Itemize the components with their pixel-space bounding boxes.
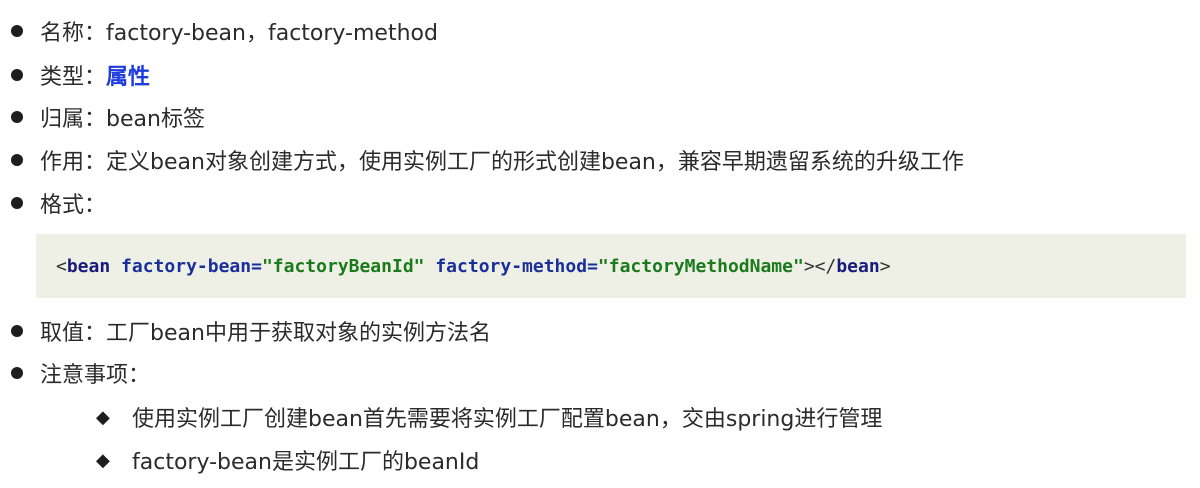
- code-attr-factory-bean: factory-bean: [121, 255, 252, 277]
- bullet-dot-icon: [11, 367, 23, 379]
- code-open-bracket: <: [56, 255, 67, 277]
- bullet-dot-icon: [11, 69, 23, 81]
- diamond-bullet-icon: ◆: [96, 449, 110, 471]
- bullet-value: 定义bean对象创建方式，使用实例工厂的形式创建bean，兼容早期遗留系统的升级…: [106, 150, 964, 175]
- note-text: 使用实例工厂创建bean首先需要将实例工厂配置bean，交由spring进行管理: [132, 407, 883, 432]
- note-item: ◆ 使用实例工厂创建bean首先需要将实例工厂配置bean，交由spring进行…: [96, 397, 882, 437]
- bullet-label: 格式：: [40, 193, 107, 218]
- note-item: ◆ factory-bean是实例工厂的beanId: [96, 440, 479, 480]
- code-attr-value: "factoryMethodName": [597, 255, 804, 277]
- bullet-label: 归属：: [40, 107, 107, 132]
- bullet-dot-icon: [11, 154, 23, 166]
- note-text: factory-bean是实例工厂的beanId: [132, 450, 480, 475]
- code-close-bracket: >: [879, 255, 891, 277]
- bullet-value: 工厂bean中用于获取对象的实例方法名: [106, 321, 491, 346]
- bullet-dot-icon: [11, 197, 23, 209]
- bullet-dot-icon: [11, 111, 23, 123]
- code-equals: =: [251, 255, 262, 277]
- code-attr-value: "factoryBeanId": [261, 255, 425, 277]
- bullet-value: factory-bean，factory-method: [106, 21, 438, 46]
- code-tag: bean: [66, 255, 111, 277]
- diamond-bullet-icon: ◆: [96, 406, 110, 428]
- bullet-label: 注意事项：: [40, 363, 151, 388]
- bullet-label: 取值：: [40, 321, 107, 346]
- bullet-value-highlight: 属性: [106, 65, 151, 90]
- bullet-label: 作用：: [40, 150, 107, 175]
- bullet-dot-icon: [11, 325, 23, 337]
- bullet-label: 类型：: [40, 65, 107, 90]
- bullet-value: bean标签: [106, 107, 205, 132]
- code-attr-factory-method: factory-method: [435, 255, 588, 277]
- bullet-dot-icon: [11, 25, 23, 37]
- code-close-tag: bean: [836, 255, 880, 277]
- code-block: < bean factory-bean = "factoryBeanId" facto…: [36, 234, 1186, 298]
- code-close-open: ></: [803, 255, 837, 277]
- code-equals: =: [587, 255, 598, 277]
- bullet-label: 名称：: [40, 21, 107, 46]
